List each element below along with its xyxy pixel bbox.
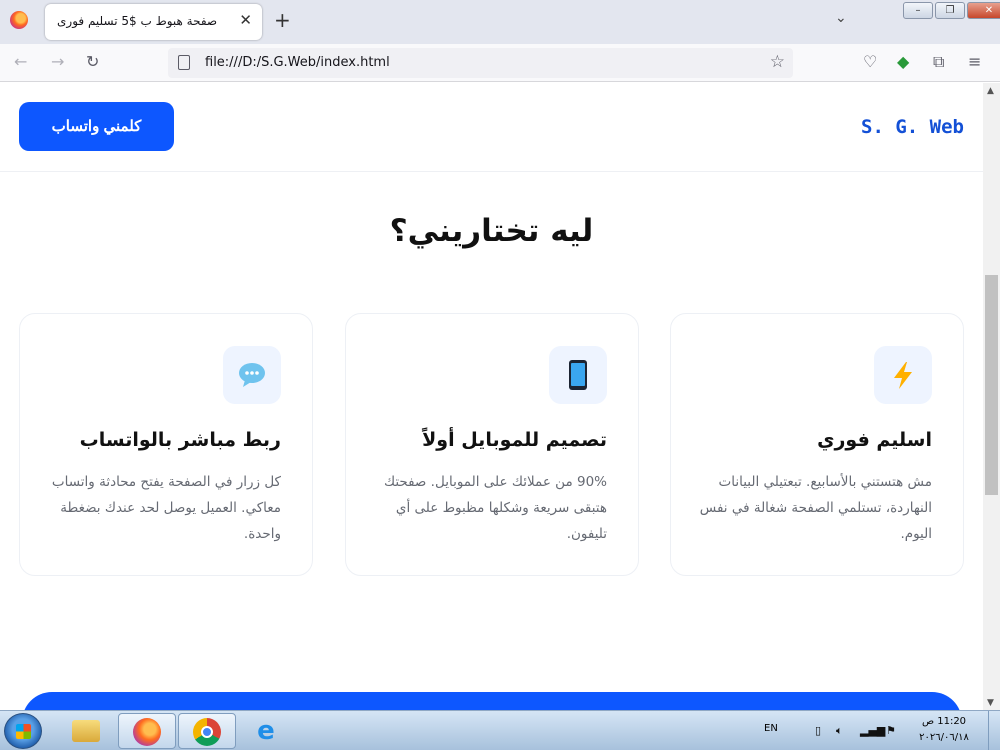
page-viewport: كلمني واتساب S. G. Web ليه تختاريني؟ اسل…	[0, 83, 983, 710]
volume-icon[interactable]: 🔈︎	[836, 724, 843, 738]
firefox-icon	[133, 718, 161, 746]
forward-arrow-icon[interactable]: →	[51, 52, 64, 71]
bookmark-star-icon[interactable]: ☆	[770, 52, 785, 72]
back-arrow-icon[interactable]: ←	[14, 52, 27, 71]
address-bar[interactable]: file:///D:/S.G.Web/index.html ☆	[168, 48, 793, 78]
feature-card-whatsapp-link: ربط مباشر بالواتساب كل زرار في الصفحة يف…	[19, 313, 313, 576]
menu-hamburger-icon[interactable]: ≡	[968, 52, 981, 71]
battery-icon[interactable]: ▯	[815, 724, 821, 737]
network-signal-icon[interactable]: ▂▄▆	[860, 724, 885, 737]
close-tab-icon[interactable]: ✕	[239, 11, 252, 29]
windows-logo-icon	[16, 724, 31, 739]
page-scrollbar[interactable]: ▲ ▼	[983, 83, 1000, 710]
scrollbar-thumb[interactable]	[985, 275, 998, 495]
restore-button[interactable]: ❐	[935, 2, 965, 19]
language-indicator[interactable]: EN	[764, 723, 778, 734]
window-controls: – ❐ ✕	[903, 2, 1000, 19]
extensions-puzzle-icon[interactable]: ⧉	[933, 52, 944, 72]
scroll-up-arrow-icon[interactable]: ▲	[987, 86, 994, 96]
new-tab-button[interactable]: +	[274, 9, 291, 31]
pocket-icon[interactable]: ♡	[863, 52, 877, 71]
reload-icon[interactable]: ↻	[86, 52, 99, 71]
chrome-icon	[193, 718, 221, 746]
taskbar-file-explorer[interactable]	[58, 713, 116, 749]
section-title: ليه تختاريني؟	[389, 213, 594, 249]
windows-taskbar: e EN ▯ 🔈︎ ▂▄▆ ⚑ 11:20 ص ٢٠٢٦/٠٦/١٨	[0, 710, 1000, 750]
mobile-phone-icon	[549, 346, 607, 404]
cta-banner	[22, 692, 962, 710]
lightning-icon	[874, 346, 932, 404]
feature-title: ربط مباشر بالواتساب	[79, 429, 281, 451]
file-icon	[178, 55, 190, 70]
list-all-tabs-icon[interactable]: ⌄	[835, 10, 847, 26]
site-header: كلمني واتساب S. G. Web	[0, 83, 983, 172]
taskbar-firefox[interactable]	[118, 713, 176, 749]
site-logo[interactable]: S. G. Web	[861, 116, 964, 138]
window-close-button[interactable]: ✕	[967, 2, 1000, 19]
taskbar-internet-explorer[interactable]: e	[238, 713, 296, 749]
start-button[interactable]	[4, 713, 42, 749]
feature-description: مش هتستني بالأسابيع. تبعتيلي البيانات ال…	[699, 474, 932, 542]
feature-title: اسليم فوري	[817, 429, 932, 451]
scroll-down-arrow-icon[interactable]: ▼	[987, 698, 994, 708]
feature-card-mobile-first: تصميم للموبايل أولاً 90% من عملائك على ا…	[345, 313, 639, 576]
browser-tab-strip: صفحة هبوط ب $5 تسليم فورى ✕ + ⌄ – ❐ ✕	[0, 0, 1000, 44]
navigation-toolbar: ← → ↻ file:///D:/S.G.Web/index.html ☆ ♡ …	[0, 44, 1000, 82]
folder-icon	[72, 720, 100, 742]
show-desktop-button[interactable]	[988, 711, 1000, 750]
minimize-button[interactable]: –	[903, 2, 933, 19]
extension-globe-icon[interactable]: ◆	[897, 52, 909, 71]
url-text[interactable]: file:///D:/S.G.Web/index.html	[205, 55, 390, 70]
feature-title: تصميم للموبايل أولاً	[422, 429, 607, 451]
internet-explorer-icon: e	[257, 716, 275, 746]
clock-time[interactable]: 11:20 ص	[920, 716, 968, 727]
tab-title: صفحة هبوط ب $5 تسليم فورى	[57, 14, 218, 28]
browser-tab[interactable]: صفحة هبوط ب $5 تسليم فورى ✕	[45, 4, 262, 40]
feature-description: 90% من عملائك على الموبايل. صفحتك هتبقى …	[383, 474, 607, 542]
taskbar-chrome[interactable]	[178, 713, 236, 749]
whatsapp-contact-button[interactable]: كلمني واتساب	[19, 102, 174, 151]
action-center-flag-icon[interactable]: ⚑	[886, 724, 896, 737]
clock-date[interactable]: ٢٠٢٦/٠٦/١٨	[914, 732, 974, 743]
feature-card-instant-delivery: اسليم فوري مش هتستني بالأسابيع. تبعتيلي …	[670, 313, 964, 576]
feature-description: كل زرار في الصفحة يفتح محادثة واتساب معا…	[51, 474, 281, 542]
speech-bubble-icon	[223, 346, 281, 404]
firefox-icon	[10, 11, 28, 29]
